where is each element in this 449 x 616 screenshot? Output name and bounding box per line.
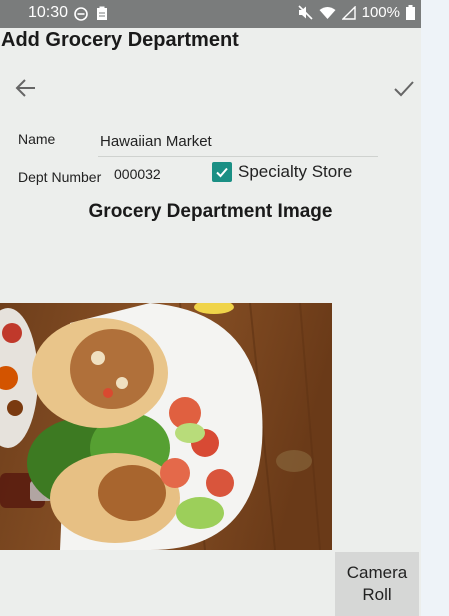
camera-roll-button[interactable]: Camera Roll bbox=[335, 552, 419, 616]
wifi-icon bbox=[319, 6, 336, 19]
add-department-screen: Add Grocery Department Name Dept Number … bbox=[0, 28, 421, 616]
side-margin bbox=[421, 0, 449, 616]
save-button[interactable] bbox=[392, 77, 416, 99]
clipboard-icon bbox=[97, 6, 107, 20]
department-photo bbox=[0, 303, 332, 550]
do-not-disturb-icon bbox=[74, 6, 88, 21]
name-input[interactable] bbox=[98, 127, 378, 157]
battery-icon bbox=[406, 5, 415, 20]
name-label: Name bbox=[18, 131, 56, 147]
back-button[interactable] bbox=[14, 77, 38, 99]
status-time: 10:30 bbox=[28, 4, 69, 21]
check-icon bbox=[394, 81, 414, 97]
dept-number-label: Dept Number bbox=[18, 169, 102, 185]
battery-percentage: 100% bbox=[361, 4, 400, 21]
arrow-left-icon bbox=[15, 79, 35, 97]
signal-icon bbox=[341, 5, 356, 20]
dept-number-value: 000032 bbox=[114, 166, 161, 182]
specialty-store-label: Specialty Store bbox=[238, 162, 353, 181]
status-bar: 10:30 100% bbox=[0, 0, 421, 28]
food-photo-image bbox=[0, 303, 332, 550]
page-title: Add Grocery Department bbox=[1, 29, 239, 51]
mute-icon bbox=[298, 5, 313, 20]
checkbox-checked-icon[interactable] bbox=[212, 162, 232, 182]
image-section-heading: Grocery Department Image bbox=[88, 201, 333, 222]
specialty-store-checkbox[interactable]: Specialty Store bbox=[212, 162, 352, 182]
